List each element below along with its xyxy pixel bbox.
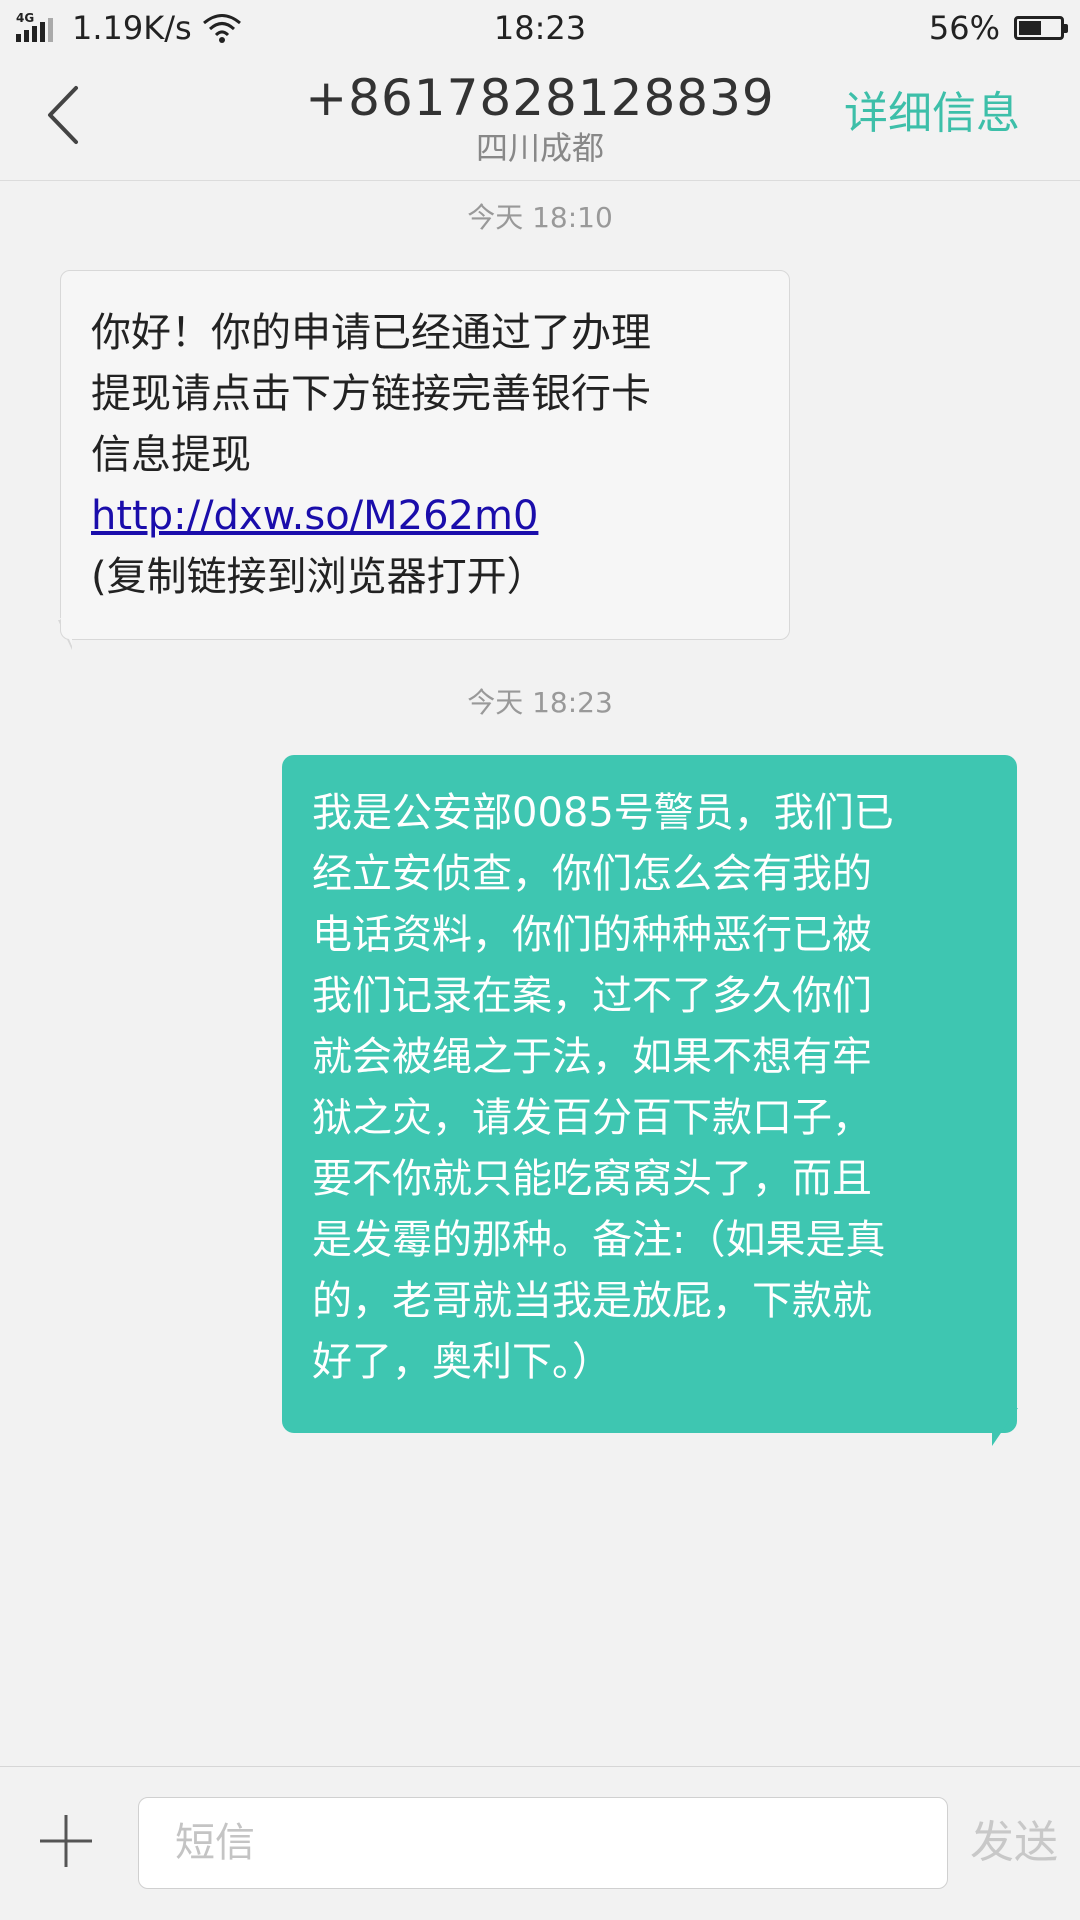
- message-text-line: (复制链接到浏览器打开）: [91, 554, 547, 600]
- message-text-line: 我们记录在案，过不了多久你们: [312, 973, 872, 1019]
- outgoing-message-bubble[interactable]: 我是公安部0085号警员，我们已 经立安侦查，你们怎么会有我的 电话资料，你们的…: [282, 755, 1017, 1433]
- message-text-line: 就会被绳之于法，如果不想有牢: [312, 1034, 872, 1080]
- message-text-line: 好了，奥利下。）: [312, 1339, 612, 1385]
- status-bar: 4G 1.19K/s 18:23 56%: [0, 0, 1080, 56]
- message-text-line: 信息提现: [91, 432, 251, 478]
- compose-bar: 发送: [0, 1766, 1080, 1920]
- message-timestamp: 今天 18:23: [467, 686, 613, 719]
- message-text-line: 提现请点击下方链接完善银行卡: [91, 371, 651, 417]
- outgoing-bubble-tail: [992, 1408, 1018, 1446]
- battery-level-fill: [1019, 21, 1041, 35]
- status-right-group: 56%: [928, 8, 1068, 48]
- message-link[interactable]: http://dxw.so/M262m0: [91, 493, 538, 539]
- battery-percent: 56%: [928, 9, 1000, 47]
- message-timestamp: 今天 18:10: [467, 201, 613, 234]
- messaging-screen: 4G 1.19K/s 18:23 56% +8617828128839 四川成都…: [0, 0, 1080, 1920]
- incoming-bubble-tail-fill: [60, 618, 72, 646]
- send-button[interactable]: 发送: [970, 1813, 1058, 1873]
- status-time: 18:23: [493, 9, 587, 47]
- message-text-line: 经立安侦查，你们怎么会有我的: [312, 851, 872, 897]
- details-button[interactable]: 详细信息: [844, 86, 1020, 142]
- message-text-line: 要不你就只能吃窝窝头了，而且: [312, 1156, 872, 1202]
- message-text-line: 电话资料，你们的种种恶行已被: [312, 912, 872, 958]
- message-text-line: 我是公安部0085号警员，我们已: [312, 790, 894, 836]
- message-text-line: 是发霉的那种。备注:（如果是真: [312, 1217, 886, 1263]
- message-text-line: 的，老哥就当我是放屁，下款就: [312, 1278, 872, 1324]
- plus-icon: [40, 1815, 92, 1867]
- sms-input[interactable]: [138, 1797, 948, 1889]
- message-text-line: 你好！你的申请已经通过了办理: [91, 310, 651, 356]
- incoming-message-bubble[interactable]: 你好！你的申请已经通过了办理 提现请点击下方链接完善银行卡 信息提现 http:…: [60, 270, 790, 640]
- battery-icon: [1014, 16, 1068, 40]
- conversation-header: +8617828128839 四川成都 详细信息: [0, 56, 1080, 181]
- message-text-line: 狱之灾，请发百分百下款口子，: [312, 1095, 872, 1141]
- add-attachment-button[interactable]: [36, 1811, 96, 1871]
